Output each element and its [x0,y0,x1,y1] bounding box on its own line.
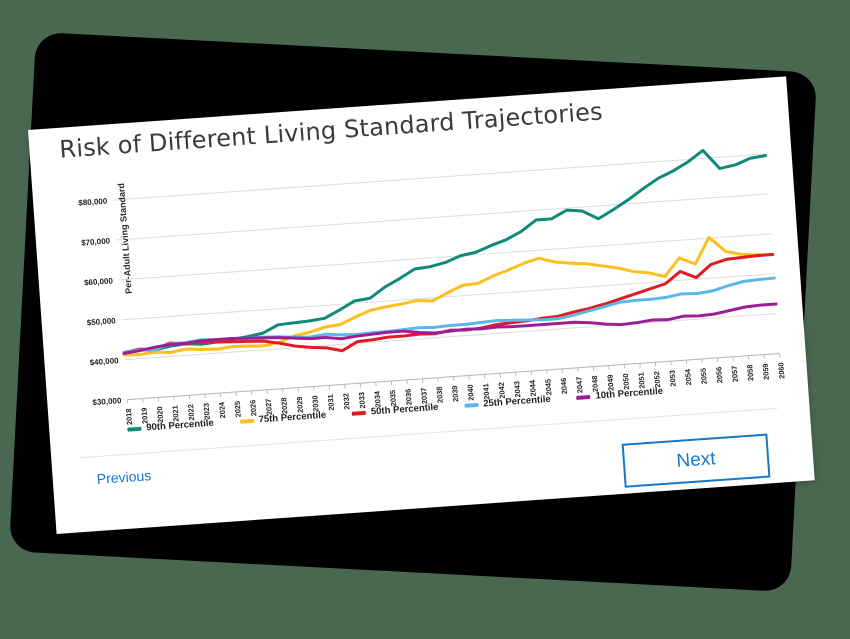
x-tick-label: 2058 [745,364,755,381]
x-tick-label: 2059 [761,363,771,380]
grid-line [115,193,769,241]
grid-line [118,233,772,281]
series-line [122,302,778,355]
y-tick-label: $80,000 [78,197,108,208]
previous-button[interactable]: Previous [96,467,151,487]
y-tick-label: $60,000 [84,276,114,287]
x-tick-label: 2060 [776,362,786,379]
y-tick-label: $30,000 [92,396,122,407]
slide-stage: Risk of Different Living Standard Trajec… [0,0,850,639]
grid-line [121,273,775,321]
grid-line [113,153,766,201]
y-tick-label: $40,000 [89,356,119,367]
legend-swatch-icon [576,394,591,400]
slide-content: Risk of Different Living Standard Trajec… [28,76,815,534]
y-tick-label: $70,000 [81,236,111,247]
y-tick-label: $50,000 [87,316,117,327]
legend-swatch-icon [464,402,479,408]
legend-swatch-icon [239,418,254,424]
legend-swatch-icon [351,410,367,416]
grid-line [124,313,777,361]
legend-swatch-icon [127,426,142,432]
next-button[interactable]: Next [621,433,771,488]
presentation-slide: Risk of Different Living Standard Trajec… [28,76,815,534]
